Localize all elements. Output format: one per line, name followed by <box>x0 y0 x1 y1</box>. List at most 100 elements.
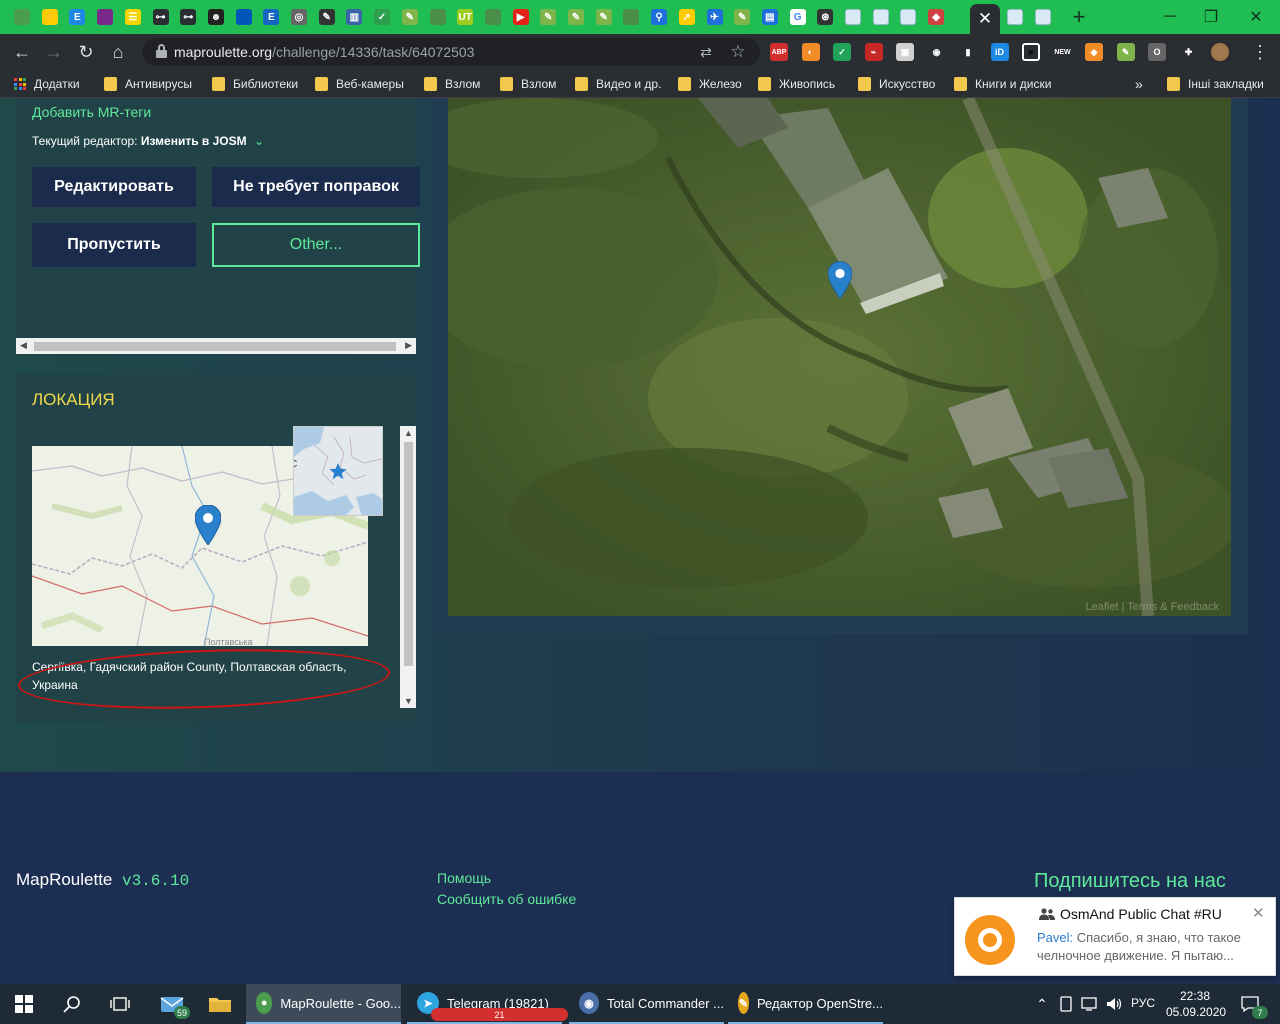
bookmark-star-icon[interactable]: ☆ <box>728 42 748 62</box>
bookmark-folder[interactable]: Веб-камеры <box>315 75 404 93</box>
taskbar-app-button[interactable]: ✎ Редактор OpenStre... <box>728 984 883 1024</box>
task-view-icon[interactable] <box>108 992 132 1016</box>
browser-tab[interactable] <box>10 5 34 29</box>
browser-tab[interactable]: ✎ <box>398 5 422 29</box>
bookmark-other[interactable]: Інші закладки <box>1167 75 1264 93</box>
document-icon[interactable]: ▮ <box>959 43 977 61</box>
browser-tab[interactable]: ☻ <box>204 5 228 29</box>
horizontal-scrollbar[interactable]: ◀ ▶ <box>16 338 416 354</box>
map-attribution[interactable]: Leaflet | Terms & Feedback <box>1086 601 1220 613</box>
bookmarks-overflow-button[interactable]: » <box>1135 75 1143 93</box>
notification-close-button[interactable]: ✕ <box>1252 904 1265 922</box>
browser-tab[interactable]: ⚡ <box>38 5 62 29</box>
scroll-left-arrow-icon[interactable]: ◀ <box>20 340 27 351</box>
browser-tab[interactable] <box>426 5 450 29</box>
browser-tab[interactable]: ▥ <box>342 5 366 29</box>
action-center-icon[interactable]: 7 <box>1238 992 1268 1019</box>
browser-tab[interactable]: ▶ <box>509 5 533 29</box>
url-text[interactable]: maproulette.org/challenge/14336/task/640… <box>174 44 474 60</box>
browser-tab[interactable] <box>93 5 117 29</box>
browser-tab[interactable]: ✎ <box>592 5 616 29</box>
browser-tab[interactable]: E <box>65 5 89 29</box>
browser-tab[interactable]: ✓ <box>370 5 394 29</box>
chat-notification[interactable]: OsmAnd Public Chat #RU ✕ Pavel: Спасибо,… <box>954 897 1276 976</box>
profile-avatar-icon[interactable] <box>1211 43 1229 61</box>
browser-tab[interactable]: ➚ <box>675 5 699 29</box>
network-icon[interactable] <box>1078 992 1102 1016</box>
chat-icon[interactable]: ◉ <box>927 43 946 61</box>
browser-tab[interactable]: ▤ <box>758 5 782 29</box>
browser-tab[interactable] <box>869 5 893 29</box>
bookmark-folder[interactable]: Искусство <box>858 75 935 93</box>
browser-tab[interactable]: ◆ <box>924 5 948 29</box>
bookmark-folder[interactable]: Книги и диски <box>954 75 1051 93</box>
browser-tab[interactable]: ⊶ <box>176 5 200 29</box>
bookmark-folder[interactable]: Взлом <box>500 75 556 93</box>
browser-tab[interactable]: ✎ <box>315 5 339 29</box>
browser-tab[interactable]: ⊛ <box>813 5 837 29</box>
browser-tab[interactable]: ⊶ <box>149 5 173 29</box>
forward-button[interactable]: → <box>41 39 67 65</box>
browser-tab[interactable] <box>841 5 865 29</box>
map-marker-icon[interactable] <box>195 505 221 545</box>
scroll-right-arrow-icon[interactable]: ▶ <box>405 340 412 351</box>
bookmark-apps[interactable]: Додатки <box>14 75 80 93</box>
browser-tab[interactable]: ◎ <box>287 5 311 29</box>
add-mr-tags-link[interactable]: Добавить MR-теги <box>32 104 151 120</box>
bookmark-folder[interactable]: Железо <box>678 75 742 93</box>
active-tab-close-button[interactable]: ✕ <box>970 4 1000 34</box>
lock-icon[interactable] <box>156 44 167 58</box>
bookmark-folder[interactable]: Антивирусы <box>104 75 192 93</box>
scrollbar-thumb[interactable] <box>404 442 413 666</box>
pdf-icon[interactable]: ⌁ <box>864 43 883 61</box>
windows-start-icon[interactable] <box>12 992 36 1016</box>
check-circle-icon[interactable]: ✓ <box>833 43 851 61</box>
browser-tab[interactable]: G <box>786 5 810 29</box>
square-icon[interactable]: ■ <box>1022 43 1040 61</box>
browser-tab[interactable]: ☰ <box>121 5 145 29</box>
overview-inset-map[interactable]: С <box>293 426 383 516</box>
other-button[interactable]: Other... <box>212 223 420 267</box>
browser-tab[interactable]: ✎ <box>564 5 588 29</box>
satellite-map[interactable]: Leaflet | Terms & Feedback <box>448 98 1231 616</box>
box-icon[interactable]: ▣ <box>896 43 914 61</box>
tray-overflow-icon[interactable]: ⌃ <box>1030 992 1054 1016</box>
new-badge-icon[interactable]: NEW <box>1053 43 1072 61</box>
file-explorer-icon[interactable] <box>208 992 232 1016</box>
translate-icon[interactable]: ⇄ <box>696 42 716 62</box>
chevron-down-icon[interactable]: ⌄ <box>254 134 264 148</box>
reload-button[interactable]: ↻ <box>73 39 99 65</box>
mail-icon[interactable]: 59 <box>160 992 190 1019</box>
taskbar-app-button[interactable]: ● MapRoulette - Goo... <box>246 984 401 1024</box>
volume-icon[interactable] <box>1102 992 1126 1016</box>
scrollbar-thumb[interactable] <box>34 342 396 351</box>
taskbar-app-button[interactable]: ➤ Telegram (19821) 21 <box>407 984 568 1024</box>
bird-icon[interactable]: ◆ <box>1085 43 1103 61</box>
tablet-icon[interactable] <box>1054 992 1078 1016</box>
taskbar-app-button[interactable]: ◉ Total Commander ... <box>569 984 724 1024</box>
browser-tab[interactable] <box>1003 5 1027 29</box>
browser-tab[interactable] <box>232 5 256 29</box>
browser-tab[interactable]: ✎ <box>730 5 754 29</box>
browser-tab[interactable] <box>1031 5 1055 29</box>
home-button[interactable]: ⌂ <box>105 39 131 65</box>
task-marker-icon[interactable] <box>828 261 852 299</box>
restore-button[interactable]: ❐ <box>1191 4 1231 30</box>
browser-menu-button[interactable]: ⋮ <box>1247 39 1273 65</box>
bookmark-folder[interactable]: Видео и др. <box>575 75 661 93</box>
scroll-up-arrow-icon[interactable]: ▲ <box>404 428 413 438</box>
search-icon[interactable] <box>60 992 84 1016</box>
puzzle-icon[interactable]: ◐ <box>801 43 820 61</box>
not-needed-button[interactable]: Не требует поправок <box>212 167 420 207</box>
close-window-button[interactable]: ✕ <box>1236 4 1276 30</box>
browser-tab[interactable]: E <box>259 5 283 29</box>
browser-tab[interactable]: ✈ <box>703 5 727 29</box>
bookmark-folder[interactable]: Взлом <box>424 75 480 93</box>
id-icon[interactable]: iD <box>990 43 1009 61</box>
extensions-puzzle-icon[interactable]: ✚ <box>1179 43 1198 61</box>
bookmark-folder[interactable]: Библиотеки <box>212 75 298 93</box>
vertical-scrollbar[interactable]: ▲ ▼ <box>400 426 416 708</box>
maproulette-ext-icon[interactable]: ✎ <box>1116 43 1135 61</box>
clock[interactable]: 22:38 05.09.2020 <box>1166 988 1226 1020</box>
report-bug-link[interactable]: Сообщить об ошибке <box>437 891 576 907</box>
